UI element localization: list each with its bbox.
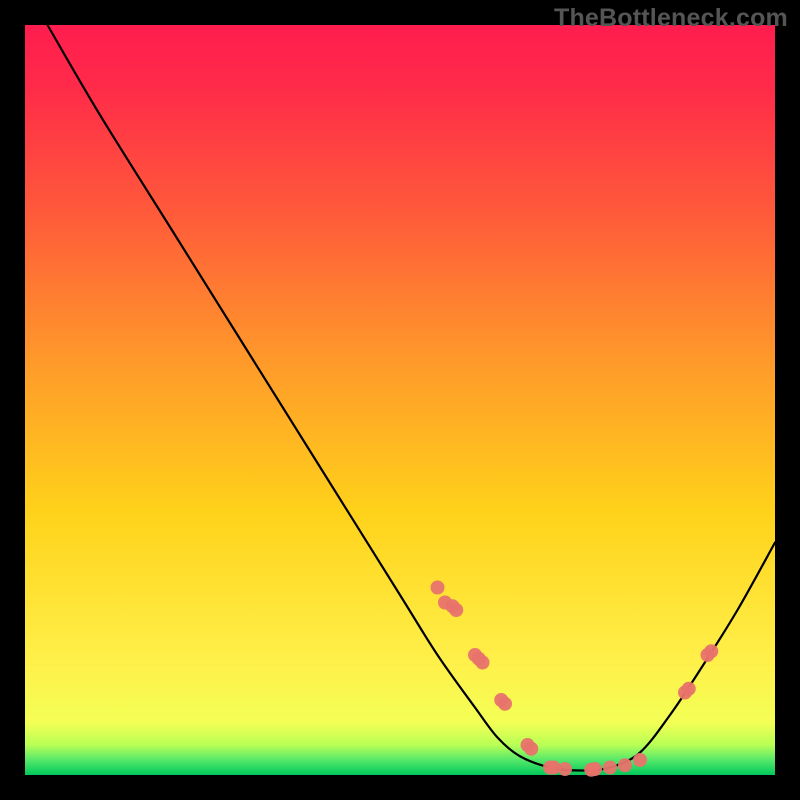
- marker-dot: [704, 644, 718, 658]
- marker-dot: [603, 761, 617, 775]
- marker-dot: [449, 603, 463, 617]
- marker-dot: [618, 758, 632, 772]
- marker-dot: [476, 656, 490, 670]
- marker-dot: [682, 682, 696, 696]
- marker-dot: [588, 762, 602, 776]
- bottleneck-chart: [0, 0, 800, 800]
- watermark-text: TheBottleneck.com: [554, 4, 788, 33]
- chart-container: TheBottleneck.com: [0, 0, 800, 800]
- marker-dot: [524, 742, 538, 756]
- marker-dot: [498, 697, 512, 711]
- marker-dot: [558, 762, 572, 776]
- marker-dot: [431, 581, 445, 595]
- marker-dot: [633, 753, 647, 767]
